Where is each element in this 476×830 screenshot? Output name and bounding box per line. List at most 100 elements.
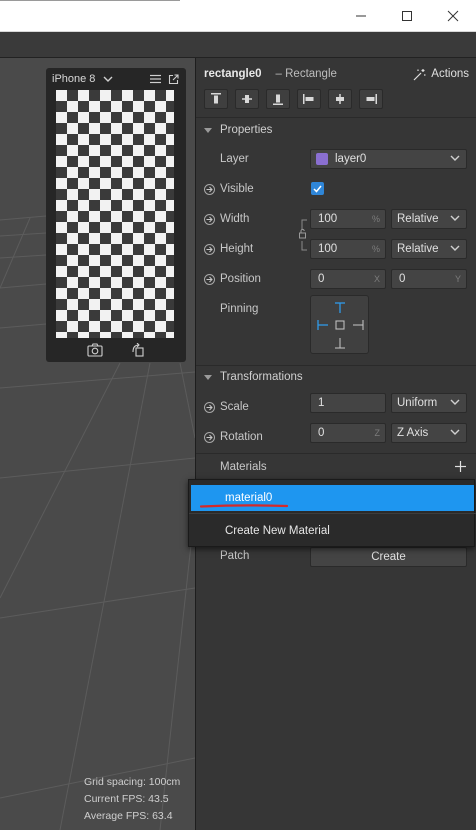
average-fps-text: Average FPS: 63.4: [84, 810, 173, 822]
chevron-down-icon: [103, 76, 113, 82]
rotation-value: 0: [318, 427, 325, 439]
create-patch-button[interactable]: Create: [310, 547, 467, 567]
aspect-lock-icon[interactable]: [297, 219, 309, 253]
align-top-button[interactable]: [204, 89, 228, 109]
actions-label: Actions: [431, 68, 469, 80]
maximize-button[interactable]: [384, 0, 430, 31]
device-preview-footer: [46, 340, 186, 362]
height-mode-dropdown[interactable]: Relative: [391, 239, 467, 259]
align-left-button[interactable]: [297, 89, 321, 109]
width-mode-dropdown[interactable]: Relative: [391, 209, 467, 229]
align-vertical-center-icon: [242, 95, 252, 103]
height-input[interactable]: 100 %: [310, 239, 386, 259]
menu-separator: [189, 513, 476, 514]
align-left-icon: [303, 94, 314, 104]
minimize-button[interactable]: [338, 0, 384, 31]
chevron-down-icon: [450, 245, 460, 251]
actions-button[interactable]: Actions: [413, 68, 469, 81]
scale-label: Scale: [220, 401, 249, 413]
scale-keyframe-arrow-icon[interactable]: [204, 402, 215, 413]
width-input[interactable]: 100 %: [310, 209, 386, 229]
height-value: 100: [318, 243, 338, 255]
position-y-value: 0: [399, 273, 406, 285]
red-annotation-underline: [200, 504, 288, 508]
position-x-input[interactable]: 0 X: [310, 269, 386, 289]
pinning-widget[interactable]: [310, 295, 369, 354]
align-top-icon: [211, 93, 221, 104]
align-vertical-center-button[interactable]: [235, 89, 259, 109]
transformations-header-label: Transformations: [220, 371, 303, 383]
rotation-axis-letter: Z: [374, 428, 381, 438]
checkmark-icon: [313, 185, 322, 193]
height-label: Height: [220, 243, 254, 255]
scale-input[interactable]: 1: [310, 393, 386, 413]
add-material-plus-icon[interactable]: [455, 461, 466, 472]
position-keyframe-arrow-icon[interactable]: [204, 274, 215, 285]
align-horizontal-center-button[interactable]: [328, 89, 352, 109]
position-y-input[interactable]: 0 Y: [391, 269, 467, 289]
object-name: rectangle0: [204, 68, 262, 80]
rotation-keyframe-arrow-icon[interactable]: [204, 432, 215, 443]
inspector-panel: rectangle0 – Rectangle Actions Propertie…: [195, 58, 476, 830]
transformations-section-header[interactable]: Transformations: [196, 365, 476, 389]
device-dropdown[interactable]: [101, 72, 115, 86]
device-preview: iPhone 8: [46, 68, 186, 362]
device-name: iPhone 8: [52, 73, 96, 85]
height-keyframe-arrow-icon[interactable]: [204, 244, 215, 255]
scale-mode-dropdown[interactable]: Uniform: [391, 393, 467, 413]
minimize-icon: [356, 15, 366, 16]
width-unit: %: [371, 214, 380, 224]
open-external-button[interactable]: [166, 72, 180, 86]
arrow-right-icon: [206, 186, 213, 193]
arrow-right-icon: [206, 276, 213, 283]
align-right-button[interactable]: [359, 89, 383, 109]
create-new-material-menu-item[interactable]: Create New Material: [191, 518, 474, 544]
width-value: 100: [318, 213, 338, 225]
position-label: Position: [220, 273, 261, 285]
arrow-right-icon: [206, 434, 213, 441]
patch-label: Patch: [220, 550, 250, 562]
height-unit: %: [371, 244, 380, 254]
position-x-value: 0: [318, 273, 325, 285]
position-y-axis: Y: [454, 274, 461, 284]
arrow-right-icon: [206, 246, 213, 253]
rotation-input[interactable]: 0 Z: [310, 423, 386, 443]
height-mode-value: Relative: [397, 243, 439, 255]
preview-canvas[interactable]: [56, 90, 174, 338]
properties-section-header[interactable]: Properties: [196, 118, 476, 142]
material-item-label: material0: [225, 492, 273, 504]
layer-color-swatch: [316, 153, 328, 165]
width-mode-value: Relative: [397, 213, 439, 225]
screenshot-button[interactable]: [87, 342, 103, 360]
width-label: Width: [220, 213, 250, 225]
width-keyframe-arrow-icon[interactable]: [204, 214, 215, 225]
scene-viewport[interactable]: iPhone 8 Grid spacing: 100cm Current FPS…: [0, 58, 195, 830]
close-button[interactable]: [430, 0, 476, 31]
chevron-down-icon: [450, 429, 460, 435]
align-right-icon: [366, 94, 377, 104]
layer-dropdown[interactable]: layer0: [310, 149, 467, 169]
material-dropdown-menu: material0 Create New Material: [188, 479, 476, 547]
camera-icon: [87, 342, 103, 357]
create-button-label: Create: [371, 551, 406, 563]
scale-mode-value: Uniform: [397, 397, 438, 409]
visible-checkbox[interactable]: [311, 182, 324, 195]
position-x-axis: X: [373, 274, 380, 284]
rotation-label: Rotation: [220, 431, 263, 443]
magic-wand-icon: [413, 68, 426, 80]
visible-keyframe-arrow-icon[interactable]: [204, 184, 215, 195]
grid-spacing-text: Grid spacing: 100cm: [84, 776, 181, 788]
arrow-right-icon: [206, 404, 213, 411]
scale-value: 1: [318, 397, 325, 409]
window-title-bar: [0, 0, 476, 32]
rotation-axis-value: Z Axis: [397, 427, 429, 439]
rotate-icon: [132, 342, 144, 357]
rotate-device-button[interactable]: [131, 342, 145, 360]
external-link-icon: [168, 73, 179, 84]
toolbar-strip: [0, 32, 476, 58]
align-bottom-icon: [273, 94, 283, 105]
align-bottom-button[interactable]: [266, 89, 290, 109]
device-menu-button[interactable]: [148, 72, 162, 86]
align-horizontal-center-icon: [336, 94, 344, 104]
rotation-axis-dropdown[interactable]: Z Axis: [391, 423, 467, 443]
